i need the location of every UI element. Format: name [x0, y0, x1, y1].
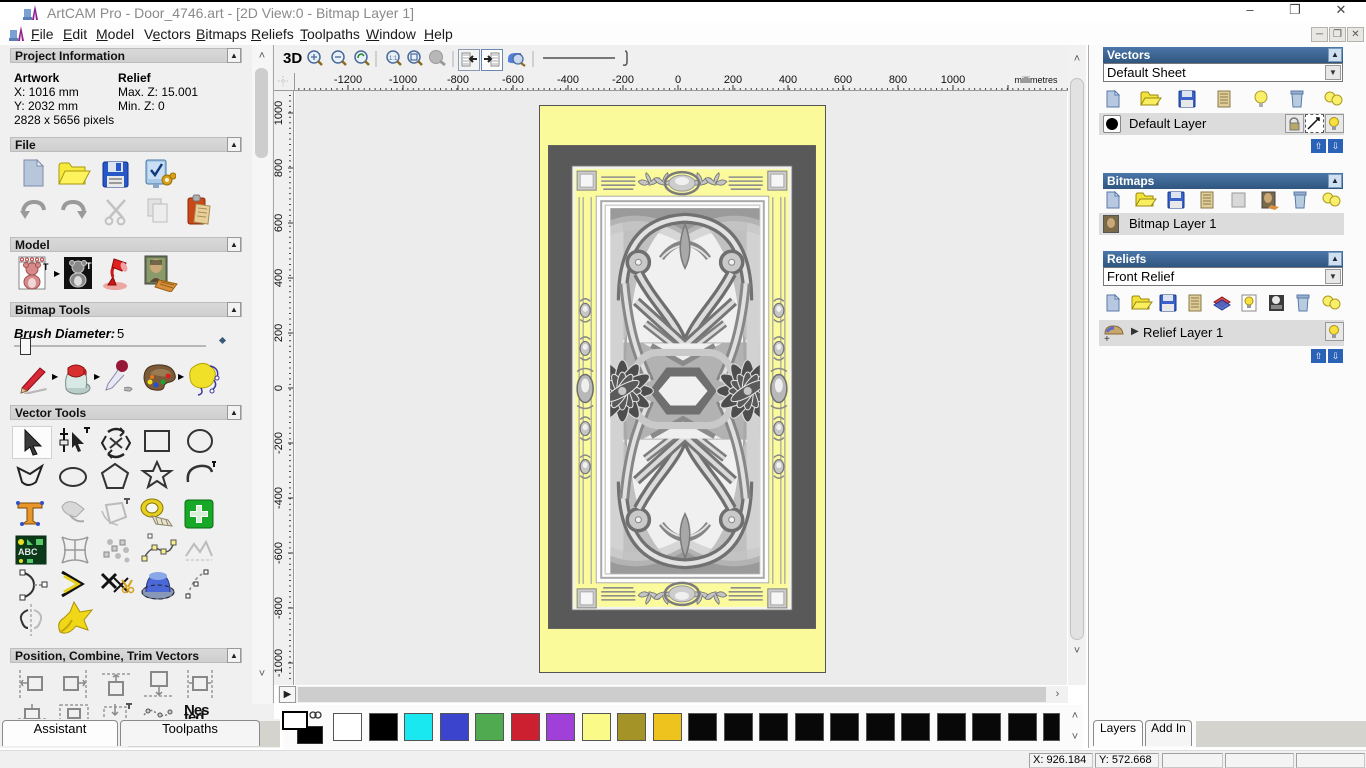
svg-text:-800: -800 — [447, 74, 469, 86]
svg-text:600: 600 — [274, 214, 285, 232]
svg-text:-200: -200 — [274, 432, 285, 454]
svg-text:800: 800 — [274, 159, 285, 177]
svg-text:+: + — [1104, 334, 1110, 344]
svg-text:T: T — [43, 262, 49, 272]
svg-text:-400: -400 — [274, 487, 285, 509]
svg-text:400: 400 — [779, 74, 797, 86]
svg-text:-400: -400 — [557, 74, 579, 86]
svg-text:1:1: 1:1 — [389, 56, 398, 62]
svg-text:200: 200 — [724, 74, 742, 86]
svg-text:-1000: -1000 — [274, 649, 285, 677]
svg-text:-1000: -1000 — [389, 74, 417, 86]
svg-text:0: 0 — [274, 385, 285, 391]
svg-text:200: 200 — [274, 324, 285, 342]
svg-text:0: 0 — [675, 74, 681, 86]
svg-text:ABC: ABC — [18, 547, 38, 557]
svg-text:-1200: -1200 — [334, 74, 362, 86]
svg-text:600: 600 — [834, 74, 852, 86]
svg-text:1000: 1000 — [941, 74, 965, 86]
svg-text:1000: 1000 — [274, 101, 285, 125]
svg-text:-200: -200 — [612, 74, 634, 86]
svg-text:800: 800 — [889, 74, 907, 86]
svg-text:-600: -600 — [502, 74, 524, 86]
svg-text:-600: -600 — [274, 542, 285, 564]
svg-text:T: T — [86, 261, 92, 271]
svg-text:400: 400 — [274, 269, 285, 287]
svg-text:-800: -800 — [274, 597, 285, 619]
svg-text:millimetres: millimetres — [1014, 75, 1058, 85]
